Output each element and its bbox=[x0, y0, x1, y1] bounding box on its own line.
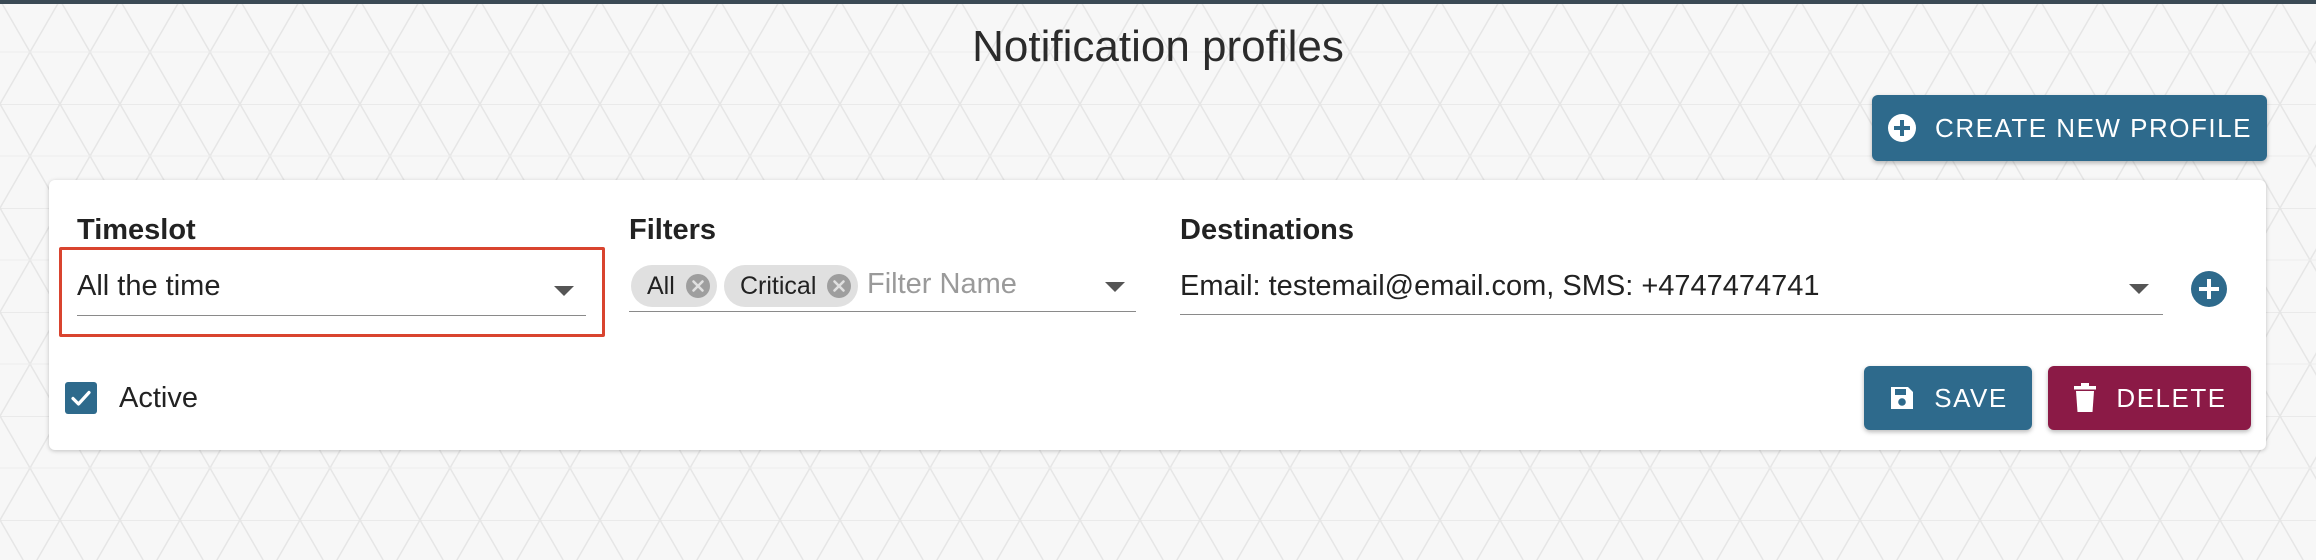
filter-chip-label: Critical bbox=[740, 271, 817, 300]
filters-label: Filters bbox=[629, 214, 717, 246]
filter-chip-critical: Critical bbox=[724, 265, 859, 307]
top-border bbox=[0, 0, 2316, 4]
filters-dropdown-icon bbox=[1105, 282, 1125, 292]
filter-chip-label: All bbox=[647, 271, 675, 300]
page-title: Notification profiles bbox=[972, 22, 1344, 71]
delete-label: DELETE bbox=[2116, 382, 2227, 413]
destinations-underline bbox=[1180, 314, 2163, 315]
checkmark-icon bbox=[71, 390, 91, 406]
destinations-dropdown-icon bbox=[2129, 284, 2149, 294]
filter-name-input[interactable]: Filter Name bbox=[867, 268, 1017, 301]
delete-button[interactable]: DELETE bbox=[2048, 366, 2251, 430]
trash-icon bbox=[2072, 383, 2098, 413]
profile-card: Timeslot All the time Filters All Critic… bbox=[49, 180, 2266, 450]
active-label: Active bbox=[119, 382, 198, 414]
destinations-label: Destinations bbox=[1180, 214, 1355, 246]
save-label: SAVE bbox=[1934, 382, 2008, 413]
active-checkbox[interactable] bbox=[65, 382, 97, 414]
filters-underline bbox=[629, 311, 1136, 312]
timeslot-label: Timeslot bbox=[77, 214, 196, 246]
add-circle-icon bbox=[2191, 271, 2227, 307]
add-circle-icon bbox=[1887, 113, 1917, 143]
create-new-profile-button[interactable]: CREATE NEW PROFILE bbox=[1872, 95, 2267, 161]
add-destination-button[interactable] bbox=[2190, 270, 2228, 313]
chip-remove-icon[interactable] bbox=[685, 273, 711, 299]
filter-chip-all: All bbox=[631, 265, 717, 307]
create-new-profile-label: CREATE NEW PROFILE bbox=[1935, 112, 2252, 143]
save-icon bbox=[1888, 384, 1916, 412]
save-button[interactable]: SAVE bbox=[1864, 366, 2032, 430]
destinations-value: Email: testemail@email.com, SMS: +474747… bbox=[1180, 270, 1820, 302]
timeslot-underline bbox=[77, 315, 586, 316]
chip-remove-icon[interactable] bbox=[826, 273, 852, 299]
timeslot-dropdown-icon bbox=[554, 286, 574, 296]
timeslot-value: All the time bbox=[77, 270, 221, 302]
